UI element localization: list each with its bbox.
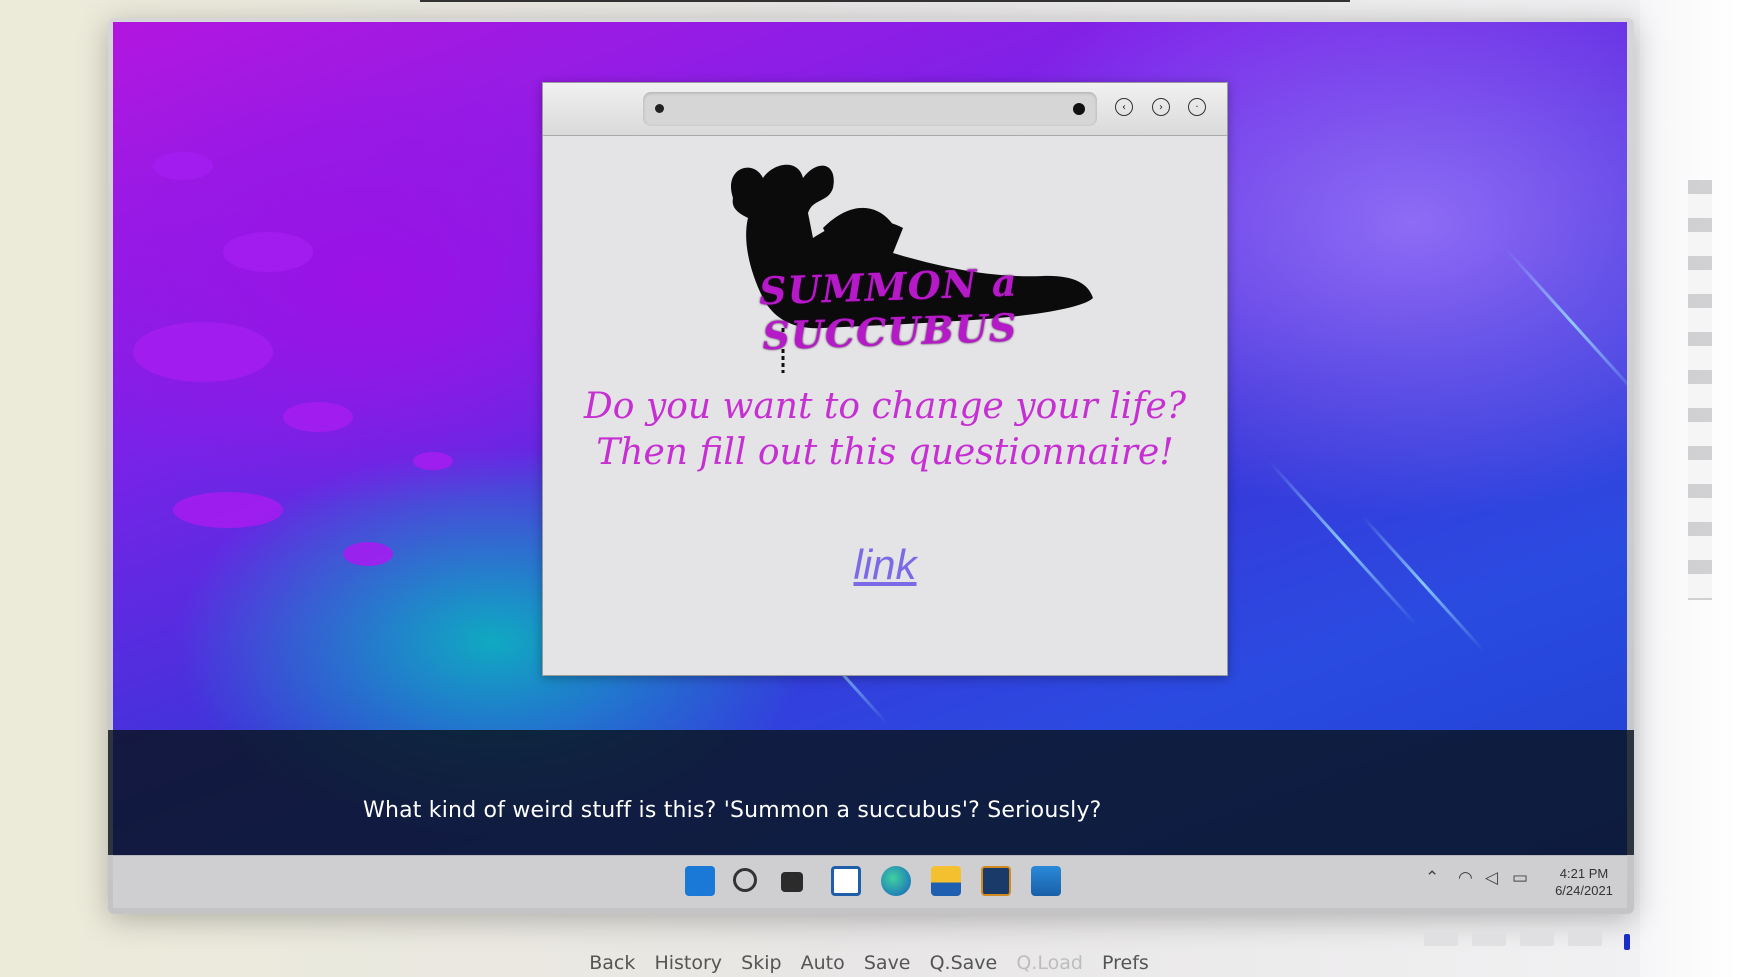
monitor-button	[1520, 930, 1554, 946]
questionnaire-link[interactable]: link	[543, 541, 1227, 589]
wallpaper-splat	[133, 322, 273, 382]
browser-toolbar: ‹ › ·	[543, 83, 1227, 136]
top-edge-strip	[420, 0, 1350, 2]
site-info-icon[interactable]	[655, 104, 664, 113]
address-bar[interactable]	[643, 92, 1097, 126]
wallpaper-splat	[223, 232, 313, 272]
wallpaper-splat	[153, 152, 213, 180]
monitor-button	[1424, 930, 1458, 946]
wallpaper-streak	[1504, 248, 1627, 399]
taskbar-clock[interactable]: 4:21 PM 6/24/2021	[1549, 865, 1619, 899]
page-tagline: Do you want to change your life? Then fi…	[563, 384, 1207, 476]
site-logo-text: SUMMON a SUCCUBUS	[758, 259, 1019, 359]
close-icon[interactable]: ·	[1188, 98, 1206, 116]
monitor-button	[1568, 930, 1602, 946]
taskbar: ⌃ ◠ ◁ ▭ 4:21 PM 6/24/2021	[113, 855, 1627, 908]
wifi-icon[interactable]: ◠	[1458, 868, 1473, 888]
store-icon[interactable]	[981, 866, 1011, 896]
quick-menu-qload: Q.Load	[1016, 952, 1083, 974]
tagline-line-1: Do you want to change your life?	[583, 386, 1187, 427]
volume-icon[interactable]: ◁	[1485, 868, 1498, 888]
web-page-content: SUMMON a SUCCUBUS Do you want to change …	[543, 136, 1227, 675]
widgets-icon[interactable]	[831, 866, 861, 896]
wallpaper-streak	[1268, 460, 1418, 627]
window-blinds	[1688, 180, 1712, 600]
quick-menu: Back History Skip Auto Save Q.Save Q.Loa…	[0, 952, 1738, 977]
forward-icon[interactable]: ›	[1152, 98, 1170, 116]
clock-time: 4:21 PM	[1559, 866, 1609, 881]
wallpaper-splat	[173, 492, 283, 528]
windows-start-icon[interactable]	[685, 866, 715, 896]
wallpaper-splat	[283, 402, 353, 432]
power-led	[1624, 934, 1630, 950]
edge-browser-icon[interactable]	[881, 866, 911, 896]
quick-menu-auto[interactable]: Auto	[801, 952, 845, 974]
battery-icon[interactable]: ▭	[1512, 868, 1528, 888]
quick-menu-history[interactable]: History	[654, 952, 722, 974]
dialogue-box[interactable]: What kind of weird stuff is this? 'Summo…	[108, 730, 1634, 855]
search-icon[interactable]	[733, 868, 757, 892]
address-bar-action-icon[interactable]	[1073, 103, 1085, 115]
clock-date: 6/24/2021	[1555, 883, 1613, 898]
browser-window[interactable]: ‹ › · SUMMON a SUCCUBUS Do you want to c…	[542, 82, 1228, 676]
back-icon[interactable]: ‹	[1115, 98, 1133, 116]
quick-menu-save[interactable]: Save	[864, 952, 911, 974]
chevron-up-icon[interactable]: ⌃	[1425, 868, 1439, 888]
mail-icon[interactable]	[1031, 866, 1061, 896]
monitor-button	[1472, 930, 1506, 946]
quick-menu-back[interactable]: Back	[589, 952, 635, 974]
quick-menu-qsave[interactable]: Q.Save	[930, 952, 998, 974]
task-view-icon[interactable]	[781, 872, 803, 892]
dialogue-text: What kind of weird stuff is this? 'Summo…	[363, 798, 1102, 823]
quick-menu-prefs[interactable]: Prefs	[1102, 952, 1149, 974]
tagline-line-2: Then fill out this questionnaire!	[596, 432, 1174, 473]
file-explorer-icon[interactable]	[931, 866, 961, 896]
wallpaper-splat	[413, 452, 453, 470]
quick-menu-skip[interactable]: Skip	[741, 952, 781, 974]
wallpaper-splat	[343, 542, 393, 566]
